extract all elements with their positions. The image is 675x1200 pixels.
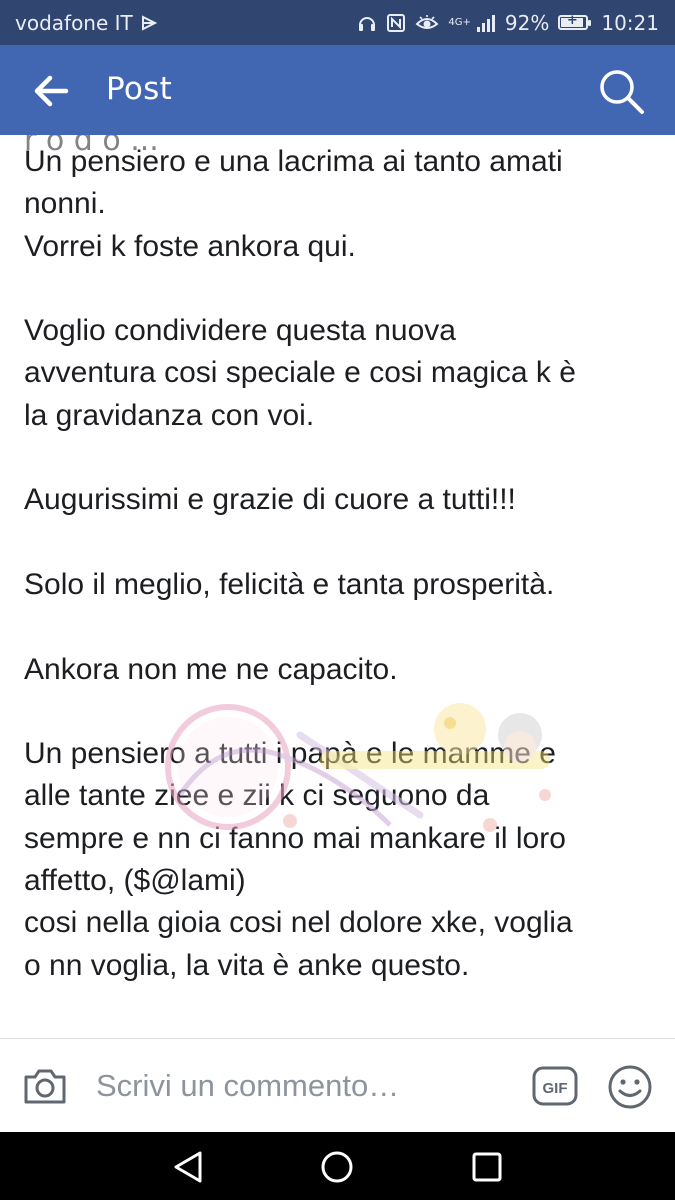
battery-charging-icon: + bbox=[558, 13, 592, 30]
data-saver-icon bbox=[141, 14, 157, 31]
clock: 10:21 bbox=[601, 10, 659, 35]
post-text: Un pensiero e una lacrima ai tanto amati… bbox=[24, 145, 576, 982]
carrier-label: vodafone IT bbox=[15, 10, 133, 35]
status-left: vodafone IT bbox=[15, 11, 157, 35]
arrow-left-icon bbox=[34, 75, 69, 107]
comment-bar: Scrivi un commento… GIF bbox=[0, 1038, 675, 1132]
nfc-icon bbox=[386, 13, 406, 33]
search-icon bbox=[600, 70, 644, 114]
nav-recents-button[interactable] bbox=[469, 1149, 505, 1185]
gif-icon: GIF bbox=[532, 1066, 578, 1106]
battery-percent: 92% bbox=[504, 10, 550, 35]
back-button[interactable] bbox=[28, 69, 76, 113]
status-right: 4G+ 92% + 10:21 bbox=[357, 11, 659, 35]
triangle-back-icon bbox=[174, 1151, 202, 1183]
signal-icon bbox=[476, 14, 496, 32]
gif-button[interactable]: GIF bbox=[532, 1064, 578, 1108]
network-type-label: 4G+ bbox=[448, 16, 471, 28]
status-bar: vodafone IT 4G+ 92% + 10:21 bbox=[0, 0, 675, 45]
gif-label: GIF bbox=[543, 1080, 568, 1097]
headset-icon bbox=[357, 13, 377, 33]
page-title: Post bbox=[106, 71, 173, 107]
smiley-icon bbox=[608, 1065, 652, 1109]
nav-back-button[interactable] bbox=[170, 1149, 206, 1185]
camera-icon bbox=[24, 1069, 66, 1104]
system-nav-bar bbox=[0, 1132, 675, 1200]
camera-button[interactable] bbox=[22, 1066, 68, 1106]
square-recents-icon bbox=[472, 1152, 502, 1182]
post-content: r o d o ... Un pensiero e una lacrima ai… bbox=[0, 135, 675, 1038]
nav-home-button[interactable] bbox=[319, 1149, 355, 1185]
emoji-button[interactable] bbox=[607, 1064, 653, 1110]
comment-input[interactable]: Scrivi un commento… bbox=[96, 1061, 516, 1111]
circle-home-icon bbox=[321, 1151, 353, 1183]
search-button[interactable] bbox=[596, 67, 648, 117]
app-bar: Post bbox=[0, 45, 675, 135]
eye-comfort-icon bbox=[415, 14, 439, 32]
